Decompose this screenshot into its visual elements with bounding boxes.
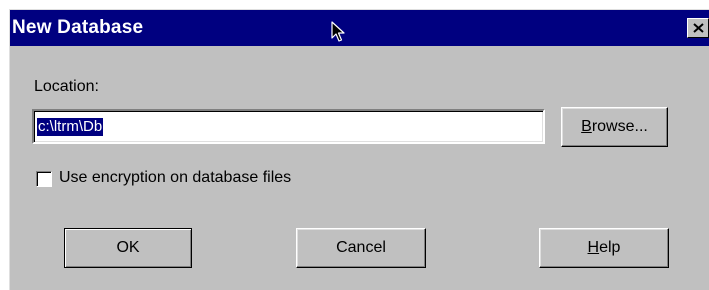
close-button[interactable]: [687, 18, 709, 38]
cancel-button-label: Cancel: [336, 239, 386, 256]
location-label: Location:: [34, 78, 99, 95]
mouse-pointer-icon: [331, 21, 345, 42]
browse-button-mnemonic: B: [581, 118, 592, 135]
location-input-value[interactable]: c:\ltrm\Db: [37, 118, 104, 136]
cancel-button[interactable]: Cancel: [296, 228, 426, 268]
close-icon: [693, 23, 704, 33]
new-database-dialog: New Database Location: c:\ltrm\Db Browse…: [9, 9, 709, 290]
ok-button-label: OK: [116, 239, 140, 256]
browse-button-label: rowse...: [591, 118, 648, 135]
location-input[interactable]: c:\ltrm\Db: [32, 109, 545, 144]
browse-button[interactable]: Browse...: [561, 107, 668, 147]
window-title: New Database: [12, 17, 144, 38]
help-button[interactable]: Help: [539, 228, 669, 268]
title-bar[interactable]: New Database: [10, 10, 709, 46]
help-button-mnemonic: H: [587, 239, 600, 256]
help-button-label: elp: [599, 239, 621, 256]
encryption-checkbox-label[interactable]: Use encryption on database files: [59, 168, 291, 188]
encryption-checkbox[interactable]: [36, 171, 52, 187]
ok-button[interactable]: OK: [64, 228, 192, 268]
